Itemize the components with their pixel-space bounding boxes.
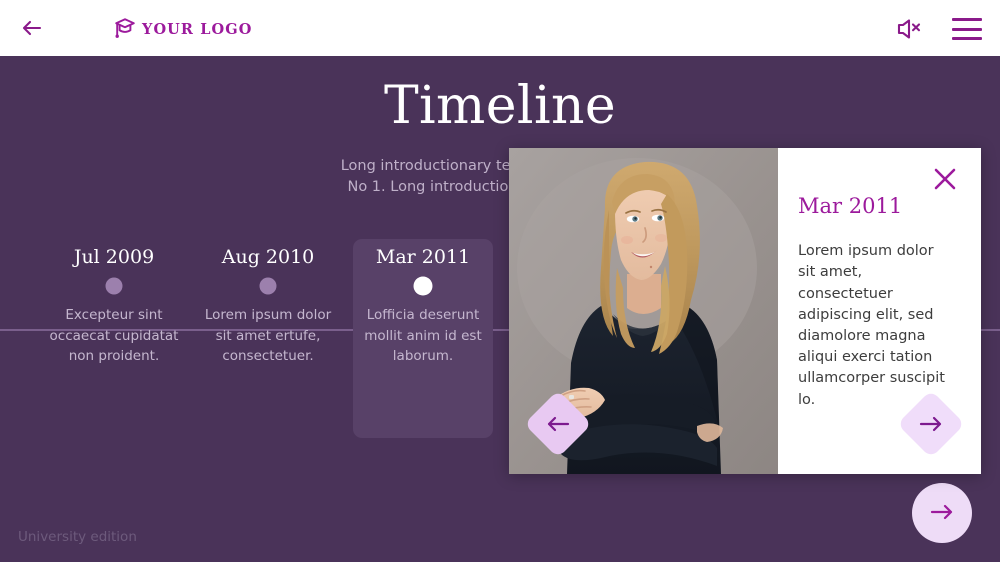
timeline-item-description: Excepteur sint occaecat cupidatat non pr… [49,306,179,365]
timeline-item-jul-2009[interactable]: Jul 2009 Excepteur sint occaecat cupidat… [44,246,184,367]
menu-line-2 [952,27,982,31]
modal-portrait-photo [509,148,778,474]
back-arrow-icon[interactable] [18,14,46,42]
graduation-cap-icon [114,16,136,44]
timeline-item-mar-2011[interactable]: Mar 2011 Lofficia deserunt mollit anim i… [353,239,493,438]
timeline-dot-row [44,269,184,305]
timeline-dot-active[interactable] [413,276,433,296]
timeline-presentation-app: YOUR LOGO Timeline Long introductionary … [0,0,1000,562]
timeline-detail-modal: Mar 2011 Lorem ipsum dolor sit amet, con… [509,148,981,474]
modal-content-panel: Mar 2011 Lorem ipsum dolor sit amet, con… [778,148,981,474]
menu-line-1 [952,18,982,21]
next-slide-fab-button[interactable] [912,483,972,543]
close-x-icon[interactable] [932,166,958,192]
timeline-dot[interactable] [105,277,123,295]
timeline-item-description: Lofficia deserunt mollit anim id est lab… [364,306,482,365]
modal-title: Mar 2011 [798,194,903,218]
arrow-right-icon [918,416,944,432]
menu-line-3 [952,37,982,40]
page-title: Timeline [383,76,617,136]
timeline-dot-row [198,269,338,305]
timeline-dot[interactable] [259,277,277,295]
timeline-item-date: Jul 2009 [73,246,155,268]
top-header-bar: YOUR LOGO [0,0,1000,56]
timeline-dot-row [353,269,493,305]
timeline-item-description: Lorem ipsum dolor sit amet ertufe, conse… [204,306,332,365]
timeline-item-date: Aug 2010 [221,246,315,268]
app-logo[interactable]: YOUR LOGO [114,16,252,44]
arrow-right-icon [927,501,957,526]
hamburger-menu-icon[interactable] [952,18,982,40]
timeline-item-date: Mar 2011 [375,246,471,268]
footer-edition-label: University edition [18,529,137,545]
modal-body-text: Lorem ipsum dolor sit amet, consectetuer… [798,243,945,408]
arrow-left-icon [545,416,571,432]
logo-text: YOUR LOGO [142,20,253,38]
speaker-mute-icon[interactable] [894,15,924,43]
timeline-item-aug-2010[interactable]: Aug 2010 Lorem ipsum dolor sit amet ertu… [198,246,338,367]
